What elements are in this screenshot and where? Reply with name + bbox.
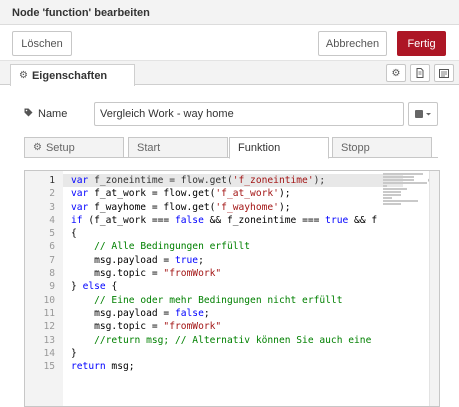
- gear-icon: ⚙: [19, 70, 28, 81]
- icon-select-button[interactable]: [408, 102, 438, 126]
- minimap[interactable]: [383, 173, 427, 209]
- tab-stopp-label: Stopp: [341, 141, 370, 154]
- line-number: 7: [49, 254, 55, 266]
- code-line[interactable]: 6 // Alle Bedingungen erfüllt: [25, 240, 439, 253]
- code-line[interactable]: 11 msg.payload = false;: [25, 307, 439, 320]
- tab-funktion-label: Funktion: [238, 142, 281, 154]
- name-label: Name: [24, 108, 67, 120]
- code-text: msg.payload = true;: [71, 254, 204, 266]
- code-line[interactable]: 2 var f_at_work = flow.get('f_at_work');: [25, 187, 439, 200]
- code-text: msg.topic = "fromWork": [71, 321, 222, 333]
- code-text: var f_at_work = flow.get('f_at_work');: [71, 188, 291, 200]
- code-text: }: [71, 347, 77, 359]
- code-text: // Alle Bedingungen erfüllt: [94, 241, 251, 253]
- cancel-button[interactable]: Abbrechen: [318, 31, 387, 56]
- done-button[interactable]: Fertig: [397, 31, 446, 56]
- tab-start[interactable]: Start: [128, 137, 228, 158]
- code-text: msg.topic = "fromWork": [71, 268, 222, 280]
- code-text: return msg;: [71, 361, 135, 373]
- code-line[interactable]: 10 // Eine oder mehr Bedingungen nicht e…: [25, 294, 439, 307]
- code-line[interactable]: 12 msg.topic = "fromWork": [25, 320, 439, 333]
- function-tabs: ⚙ Setup Start Funktion Stopp: [24, 137, 438, 159]
- gear-icon: ⚙: [33, 142, 42, 153]
- layout-icon[interactable]: [434, 64, 454, 82]
- line-number: 1: [49, 175, 55, 186]
- dialog-title: Node 'function' bearbeiten: [12, 7, 150, 19]
- code-text: //return msg; // Alternativ können Sie a…: [94, 334, 372, 346]
- tab-setup-label: Setup: [45, 141, 75, 154]
- code-line[interactable]: 15 return msg;: [25, 360, 439, 373]
- code-line[interactable]: 9 } else {: [25, 280, 439, 293]
- code-text: // Eine oder mehr Bedingungen nicht erfü…: [94, 294, 343, 306]
- tab-properties[interactable]: ⚙ Eigenschaften: [10, 64, 135, 86]
- line-number: 12: [43, 321, 55, 333]
- line-number: 14: [43, 347, 55, 359]
- code-line[interactable]: 13 //return msg; // Alternativ können Si…: [25, 334, 439, 347]
- code-line[interactable]: 7 msg.payload = true;: [25, 254, 439, 267]
- line-number: 9: [49, 281, 55, 293]
- line-number: 11: [43, 307, 55, 319]
- document-icon[interactable]: [410, 64, 430, 82]
- code-editor[interactable]: 1 var f_zoneintime = flow.get('f_zoneinti…: [24, 170, 440, 407]
- code-lines[interactable]: 1 var f_zoneintime = flow.get('f_zoneinti…: [25, 174, 439, 373]
- line-number: 2: [49, 188, 55, 200]
- code-line[interactable]: 4 if (f_at_work === false && f_zoneintime…: [25, 214, 439, 227]
- code-text: } else {: [71, 281, 118, 293]
- line-number: 10: [43, 294, 55, 306]
- tab-start-label: Start: [137, 141, 161, 154]
- code-line[interactable]: 1 var f_zoneintime = flow.get('f_zoneinti…: [25, 174, 439, 187]
- name-input[interactable]: Vergleich Work - way home: [94, 102, 404, 126]
- dialog-titlebar: Node 'function' bearbeiten: [0, 0, 459, 25]
- code-text: var f_zoneintime = flow.get('f_zoneintim…: [71, 175, 326, 186]
- code-line[interactable]: 5{: [25, 227, 439, 240]
- delete-button[interactable]: Löschen: [12, 31, 72, 56]
- line-number: 13: [43, 334, 55, 346]
- code-text: if (f_at_work === false && f_zoneintime …: [71, 214, 378, 226]
- code-text: var f_wayhome = flow.get('f_wayhome');: [71, 201, 291, 213]
- line-number: 15: [43, 361, 55, 373]
- code-text: {: [71, 228, 77, 240]
- tag-icon: [24, 108, 33, 120]
- line-number: 3: [49, 201, 55, 213]
- line-number: 4: [49, 214, 55, 226]
- line-number: 6: [49, 241, 55, 253]
- code-line[interactable]: 8 msg.topic = "fromWork": [25, 267, 439, 280]
- tab-properties-label: Eigenschaften: [31, 69, 108, 82]
- line-number: 8: [49, 268, 55, 280]
- tab-funktion[interactable]: Funktion: [229, 137, 329, 159]
- code-line[interactable]: 3 var f_wayhome = flow.get('f_wayhome');: [25, 201, 439, 214]
- code-line[interactable]: 14}: [25, 347, 439, 360]
- code-text: msg.payload = false;: [71, 307, 210, 319]
- gear-icon[interactable]: ⚙: [386, 64, 406, 82]
- vertical-scrollbar[interactable]: [429, 171, 439, 406]
- tab-setup[interactable]: ⚙ Setup: [24, 137, 124, 158]
- tab-stopp[interactable]: Stopp: [332, 137, 432, 158]
- name-label-text: Name: [38, 108, 68, 120]
- line-number: 5: [49, 228, 55, 240]
